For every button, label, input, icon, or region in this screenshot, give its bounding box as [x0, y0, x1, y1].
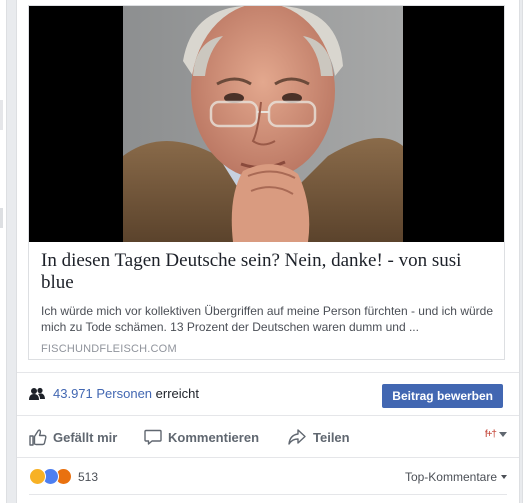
left-sidebar-edge [0, 0, 7, 503]
audience-icon: f+† [484, 429, 497, 440]
share-icon [288, 429, 306, 445]
right-sidebar-edge [522, 0, 529, 503]
people-icon [29, 387, 45, 400]
comment-sort-dropdown[interactable]: Top-Kommentare [405, 470, 507, 484]
share-label: Teilen [313, 429, 350, 445]
reach-suffix: erreicht [155, 386, 200, 401]
reactions-bar: 513 Top-Kommentare [17, 458, 519, 498]
like-label: Gefällt mir [53, 429, 118, 445]
like-button[interactable]: Gefällt mir [29, 427, 117, 447]
preview-image[interactable] [29, 6, 504, 242]
preview-description: Ich würde mich vor kollektiven Übergriff… [41, 304, 493, 334]
thumbs-up-icon [29, 429, 47, 446]
sidebar-fragment [0, 208, 3, 228]
reach-count-link[interactable]: 43.971 Personen [53, 386, 152, 401]
comment-button[interactable]: Kommentieren [144, 427, 259, 447]
portrait-photo [123, 6, 403, 242]
divider [29, 494, 507, 495]
comment-icon [144, 429, 162, 445]
reactions-summary[interactable]: 513 [29, 468, 98, 485]
preview-text-block[interactable]: In diesen Tagen Deutsche sein? Nein, dan… [41, 250, 493, 355]
preview-title[interactable]: In diesen Tagen Deutsche sein? Nein, dan… [41, 250, 493, 294]
chevron-down-icon [499, 432, 507, 437]
post-reach-bar: 43.971 Personen erreicht Beitrag bewerbe… [17, 372, 519, 416]
audience-selector[interactable]: f+† [485, 429, 507, 440]
sidebar-fragment [0, 100, 3, 130]
comment-label: Kommentieren [168, 429, 260, 445]
preview-domain: FISCHUNDFLEISCH.COM [41, 343, 177, 355]
haha-reaction-icon [29, 468, 46, 485]
promote-post-button[interactable]: Beitrag bewerben [382, 384, 503, 408]
reaction-count: 513 [78, 469, 99, 484]
chevron-down-icon [501, 475, 507, 479]
reach-text: 43.971 Personen erreicht [53, 386, 199, 401]
share-button[interactable]: Teilen [287, 427, 350, 447]
post-card: In diesen Tagen Deutsche sein? Nein, dan… [16, 0, 520, 503]
comment-sort-label: Top-Kommentare [404, 470, 497, 484]
link-preview[interactable]: In diesen Tagen Deutsche sein? Nein, dan… [28, 5, 505, 360]
post-actions-bar: Gefällt mir Kommentieren Teilen f+† [17, 416, 519, 458]
